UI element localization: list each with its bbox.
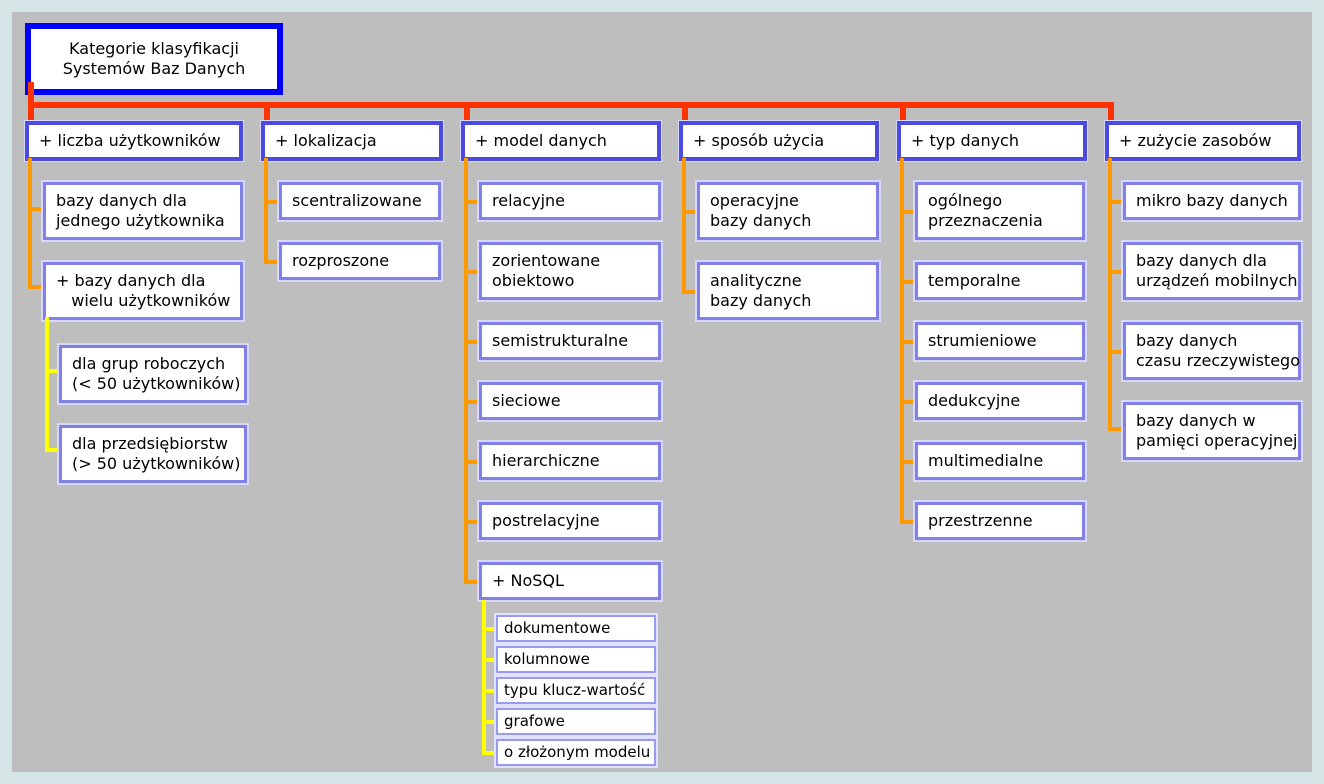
connector <box>682 102 688 122</box>
leaf-node: dla przedsiębiorstw (> 50 użytkowników) <box>59 425 247 483</box>
connector <box>900 460 916 464</box>
connector <box>482 720 496 724</box>
leaf-node: temporalne <box>915 262 1085 300</box>
connector <box>900 210 916 214</box>
connector <box>682 158 686 294</box>
leaf-node: multimedialne <box>915 442 1085 480</box>
connector <box>482 600 486 753</box>
leaf-node: dedukcyjne <box>915 382 1085 420</box>
connector <box>28 158 32 288</box>
leaf-node: operacyjne bazy danych <box>697 182 879 240</box>
connector <box>1108 200 1124 204</box>
leaf-node: relacyjne <box>479 182 661 220</box>
leaf-node: ogólnego przeznaczenia <box>915 182 1085 240</box>
connector <box>900 340 916 344</box>
connector <box>45 448 59 452</box>
connector <box>464 340 480 344</box>
root-node: Kategorie klasyfikacji Systemów Baz Dany… <box>25 23 283 95</box>
leaf-node: grafowe <box>496 708 656 735</box>
category-node: + lokalizacja <box>261 121 443 161</box>
connector <box>900 102 906 122</box>
leaf-node: bazy danych dla urządzeń mobilnych <box>1123 242 1301 300</box>
connector <box>464 270 480 274</box>
leaf-node: o złożonym modelu <box>496 739 656 766</box>
connector <box>464 580 480 584</box>
connector <box>28 285 44 289</box>
connector <box>1108 270 1124 274</box>
connector <box>464 460 480 464</box>
category-node: + typ danych <box>897 121 1087 161</box>
leaf-node: mikro bazy danych <box>1123 182 1301 220</box>
category-node: + zużycie zasobów <box>1105 121 1301 161</box>
leaf-node: przestrzenne <box>915 502 1085 540</box>
leaf-node: sieciowe <box>479 382 661 420</box>
diagram-canvas: Kategorie klasyfikacji Systemów Baz Dany… <box>12 12 1312 772</box>
connector <box>45 369 59 373</box>
connector <box>482 658 496 662</box>
leaf-node: kolumnowe <box>496 646 656 673</box>
connector <box>900 400 916 404</box>
connector <box>900 520 916 524</box>
connector <box>264 200 280 204</box>
connector <box>464 200 480 204</box>
connector <box>264 158 268 264</box>
connector <box>1108 102 1114 122</box>
connector <box>1108 427 1124 431</box>
connector <box>464 102 470 122</box>
leaf-node: strumieniowe <box>915 322 1085 360</box>
leaf-node: bazy danych czasu rzeczywistego <box>1123 322 1301 380</box>
leaf-node: bazy danych w pamięci operacyjnej <box>1123 402 1301 460</box>
leaf-node: dokumentowe <box>496 615 656 642</box>
connector <box>482 627 496 631</box>
connector <box>682 210 698 214</box>
leaf-node: zorientowane obiektowo <box>479 242 661 300</box>
connector <box>1108 350 1124 354</box>
connector <box>464 400 480 404</box>
leaf-node: typu klucz-wartość <box>496 677 656 704</box>
connector <box>464 520 480 524</box>
branch-node: + NoSQL <box>479 562 661 600</box>
connector <box>682 290 698 294</box>
leaf-node: dla grup roboczych (< 50 użytkowników) <box>59 345 247 403</box>
connector <box>28 207 44 211</box>
connector <box>900 280 916 284</box>
branch-node: + bazy danych dla wielu użytkowników <box>43 262 243 320</box>
connector <box>482 751 496 755</box>
leaf-node: scentralizowane <box>279 182 441 220</box>
category-node: + liczba użytkowników <box>25 121 243 161</box>
connector <box>264 102 270 122</box>
leaf-node: rozproszone <box>279 242 441 280</box>
leaf-node: bazy danych dla jednego użytkownika <box>43 182 243 240</box>
connector <box>482 689 496 693</box>
category-node: + sposób użycia <box>679 121 879 161</box>
connector <box>28 102 1114 108</box>
connector <box>264 260 280 264</box>
leaf-node: analityczne bazy danych <box>697 262 879 320</box>
leaf-node: semistrukturalne <box>479 322 661 360</box>
connector <box>1108 158 1112 430</box>
category-node: + model danych <box>461 121 661 161</box>
leaf-node: hierarchiczne <box>479 442 661 480</box>
leaf-node: postrelacyjne <box>479 502 661 540</box>
connector <box>45 317 49 451</box>
